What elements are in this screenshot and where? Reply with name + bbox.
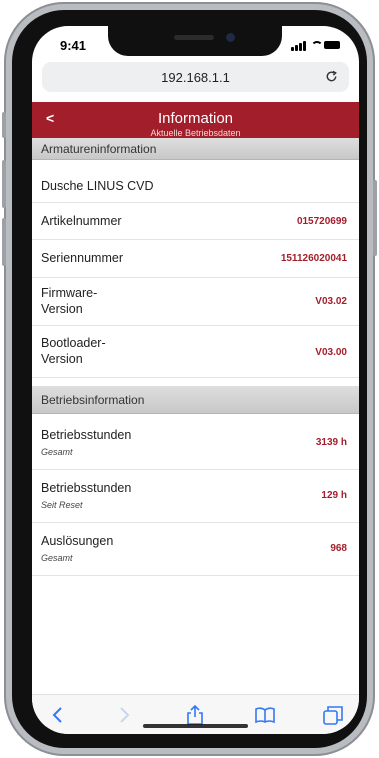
row-label: Auslösungen (41, 534, 114, 548)
tabs-icon[interactable] (322, 705, 344, 725)
list-item: Betriebsstunden Seit Reset 129 h (32, 470, 359, 523)
share-icon[interactable] (184, 705, 206, 725)
status-time: 9:41 (60, 38, 87, 53)
reload-icon[interactable] (324, 69, 339, 84)
row-value: 3139 h (315, 437, 347, 448)
back-icon[interactable] (48, 705, 70, 725)
row-label: Seriennummer (41, 251, 123, 265)
home-indicator (143, 724, 248, 728)
address-bar[interactable]: 192.168.1.1 (42, 62, 349, 92)
list-item: Betriebsstunden Gesamt 3139 h (32, 418, 359, 470)
row-sublabel: Seit Reset (41, 500, 83, 510)
mute-switch (2, 112, 6, 138)
page-subtitle: Aktuelle Betriebsdaten (150, 128, 241, 138)
wifi-icon (311, 39, 323, 51)
list-item: Bootloader- Version V03.00 (32, 326, 359, 378)
list-item: Auslösungen Gesamt 968 (32, 523, 359, 576)
row-sublabel: Gesamt (41, 553, 73, 563)
volume-up-button (2, 160, 6, 208)
row-label: Bootloader- Version (41, 336, 106, 366)
row-label: Betriebsstunden (41, 428, 132, 442)
row-value: 151126020041 (280, 253, 347, 264)
row-value: V03.00 (315, 347, 347, 358)
power-button (373, 180, 377, 256)
speaker (174, 35, 214, 40)
volume-down-button (2, 218, 6, 266)
row-label: Artikelnummer (41, 214, 122, 228)
battery-icon (324, 41, 340, 49)
page-title: Information (157, 110, 234, 127)
bookmarks-icon[interactable] (254, 705, 276, 725)
row-value: 015720699 (296, 216, 347, 227)
device-name: Dusche LINUS CVD (41, 179, 154, 193)
list-item: Artikelnummer 015720699 (32, 203, 359, 240)
section-header-betriebsinformation: Betriebsinformation (32, 386, 359, 414)
row-sublabel: Gesamt (41, 447, 73, 457)
browser-toolbar (32, 694, 359, 734)
list-item: Dusche LINUS CVD (32, 168, 359, 203)
list-item: Seriennummer 151126020041 (32, 240, 359, 278)
row-value: 968 (330, 543, 347, 554)
phone-screen: 9:41 192.168.1.1 < Information Aktuelle … (32, 26, 359, 734)
section-title: Betriebsinformation (41, 393, 145, 407)
row-label: Firmware- Version (41, 286, 98, 316)
section-header-armatureninformation: Armatureninformation (32, 138, 359, 160)
list-item: Firmware- Version V03.02 (32, 278, 359, 326)
row-value: V03.02 (315, 296, 347, 307)
section-title: Armatureninformation (41, 142, 157, 156)
row-value: 129 h (321, 490, 347, 501)
status-icons (291, 39, 341, 51)
front-camera (226, 33, 235, 42)
notch (108, 26, 282, 56)
url-text: 192.168.1.1 (161, 70, 230, 85)
row-label: Betriebsstunden (41, 481, 132, 495)
forward-icon[interactable] (112, 705, 134, 725)
